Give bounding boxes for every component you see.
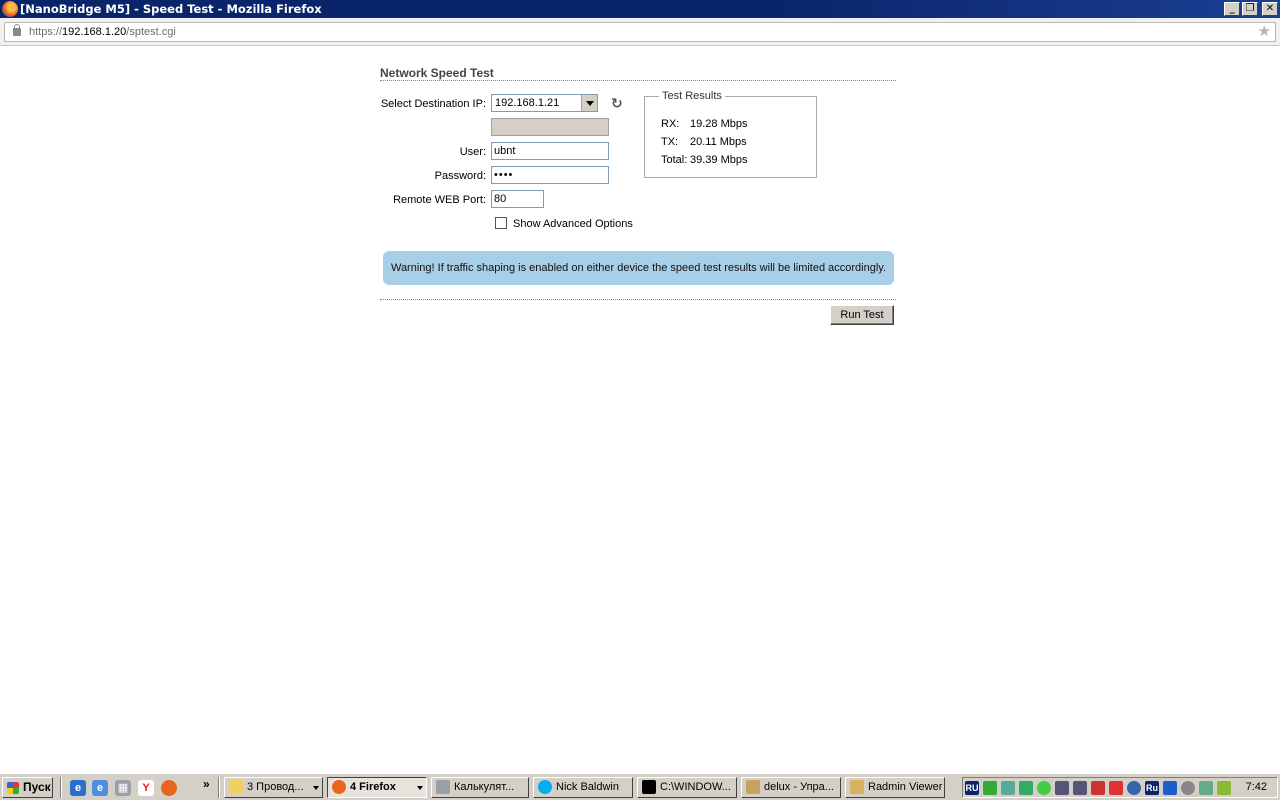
network-disconnected-icon[interactable] [1055,781,1069,795]
language-icon[interactable]: Ru [1145,781,1159,795]
app-icon[interactable] [1199,781,1213,795]
firefox-icon[interactable] [2,1,18,17]
url-text[interactable]: https://192.168.1.20/sptest.cgi [29,26,176,38]
network-disconnected-icon[interactable] [1073,781,1087,795]
console-icon [642,780,656,794]
clock[interactable]: 7:42 [1246,778,1267,797]
task-cmd[interactable]: C:\WINDOW... [637,777,737,798]
task-radmin[interactable]: Radmin Viewer [845,777,945,798]
chevron-down-icon[interactable] [581,95,597,111]
shield-icon[interactable] [1037,781,1051,795]
windows-logo-icon [7,782,19,794]
window-controls: _ ❐ ✕ [1224,2,1278,16]
custom-ip-field [491,118,609,136]
folder-icon [229,780,243,794]
skype-icon [538,780,552,794]
port-field[interactable]: 80 [491,190,544,208]
lock-icon[interactable] [13,24,21,36]
bookmark-star-icon[interactable]: ★ [1258,24,1271,40]
bluetooth-icon[interactable] [1163,781,1177,795]
network-icon[interactable] [1001,781,1015,795]
port-label: Remote WEB Port: [393,194,486,206]
test-results-box: Test Results RX: 19.28 Mbps TX: 20.11 Mbps… [644,90,817,178]
task-delux[interactable]: delux - Упра... [741,777,841,798]
divider [380,80,896,81]
network-icon[interactable] [1019,781,1033,795]
app-icon [746,780,760,794]
start-button[interactable]: Пуск [2,777,53,798]
ie-alt-icon[interactable]: e [92,780,108,796]
system-tray: RU Ru 7:42 [962,777,1278,798]
app-icon[interactable] [1217,781,1231,795]
user-field[interactable]: ubnt [491,142,609,160]
task-calculator[interactable]: Калькулят... [431,777,529,798]
app-icon[interactable] [1181,781,1195,795]
refresh-icon[interactable]: ↻ [611,96,626,111]
url-input[interactable]: https://192.168.1.20/sptest.cgi ★ [4,22,1276,42]
calculator-icon [436,780,450,794]
calculator-icon[interactable]: ▦ [115,780,131,796]
task-explorer[interactable]: 3 Провод... [224,777,323,798]
advanced-options-checkbox[interactable] [495,217,507,229]
taskbar: Пуск e e ▦ Y » 3 Провод... 4 Firefox Кал… [0,773,1280,800]
tx-row: TX: 20.11 Mbps [661,136,747,148]
window-titlebar: [NanoBridge M5] - Speed Test - Mozilla F… [0,0,1280,18]
navigation-bar: https://192.168.1.20/sptest.cgi ★ [0,18,1280,46]
app-icon[interactable] [1127,781,1141,795]
firefox-icon [332,780,346,794]
app-icon[interactable] [1109,781,1123,795]
separator [60,777,62,798]
minimize-button[interactable]: _ [1224,2,1240,16]
radmin-icon [850,780,864,794]
test-results-legend: Test Results [659,90,725,102]
divider [380,299,896,300]
dest-ip-select[interactable]: 192.168.1.21 [491,94,598,112]
task-firefox[interactable]: 4 Firefox [327,777,427,798]
warning-message: Warning! If traffic shaping is enabled o… [383,251,894,285]
separator [218,777,220,798]
window-title: [NanoBridge M5] - Speed Test - Mozilla F… [20,2,322,16]
maximize-button[interactable]: ❐ [1242,2,1258,16]
dest-ip-label: Select Destination IP: [380,98,486,110]
yandex-icon[interactable]: Y [138,780,154,796]
password-field[interactable]: •••• [491,166,609,184]
firefox-icon[interactable] [161,780,177,796]
user-label: User: [459,146,486,158]
page-title: Network Speed Test [380,66,494,80]
signal-icon[interactable] [983,781,997,795]
dest-ip-value: 192.168.1.21 [495,97,560,109]
more-chevron-icon[interactable]: » [203,777,210,791]
volume-icon[interactable] [1091,781,1105,795]
ie-icon[interactable]: e [70,780,86,796]
run-test-button[interactable]: Run Test [830,305,894,325]
language-icon[interactable]: RU [965,781,979,795]
password-label: Password: [434,170,486,182]
close-button[interactable]: ✕ [1262,2,1278,16]
total-row: Total: 39.39 Mbps [661,154,748,166]
task-skype[interactable]: Nick Baldwin [533,777,633,798]
rx-row: RX: 19.28 Mbps [661,118,748,130]
advanced-options-label[interactable]: Show Advanced Options [513,218,633,230]
